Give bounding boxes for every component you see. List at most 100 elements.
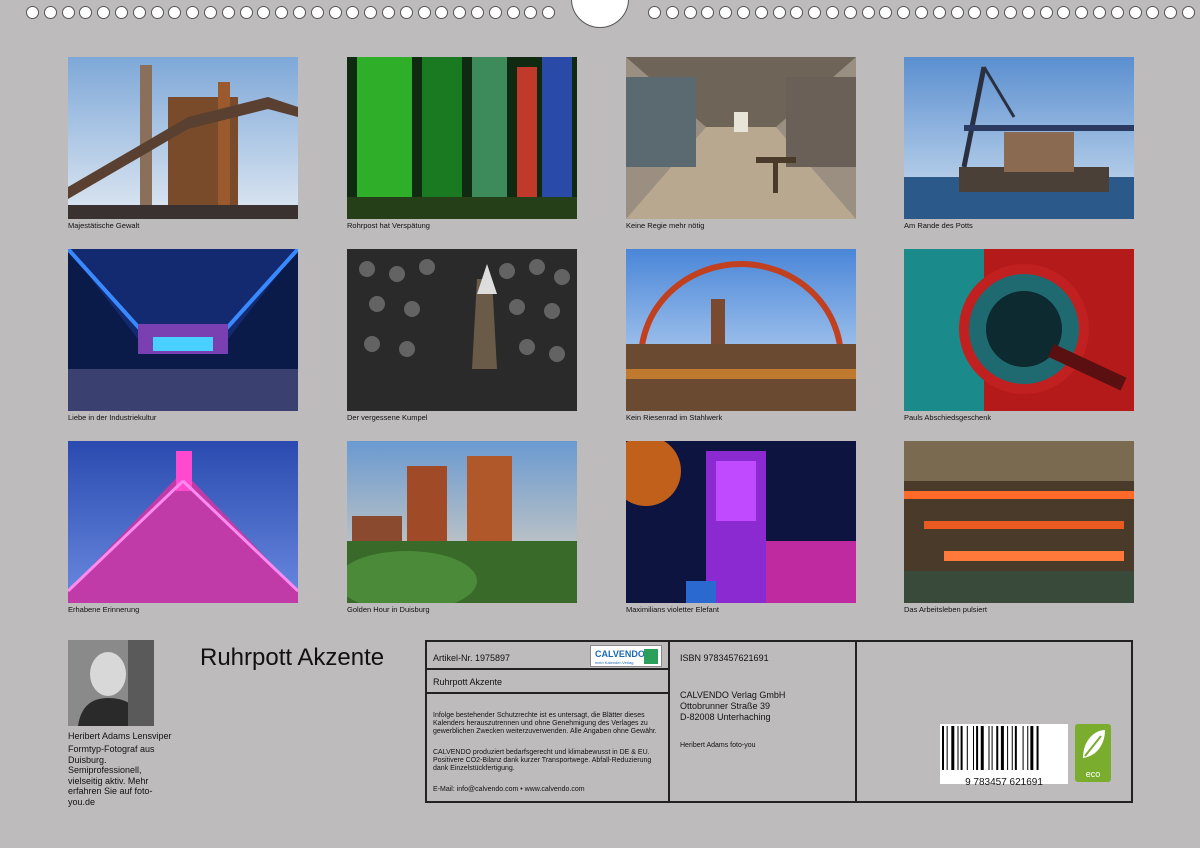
photo-rohrpost [347,57,577,219]
binding-hole [310,6,324,19]
binding-hole [1021,6,1035,19]
publisher-line: D-82008 Unterhaching [680,712,771,722]
photo-kein-riesenrad [626,249,856,411]
photo-caption: Keine Regie mehr nötig [626,221,705,230]
barcode-number: 9 783457 621691 [965,777,1043,788]
barcode-bar [942,726,944,770]
binding-hole [826,6,839,19]
photo-caption: Maximilians violetter Elefant [626,605,719,614]
binding-hole [1039,6,1053,19]
binding-hole [1146,6,1160,19]
barcode-bar [976,726,979,770]
calvendo-flag-icon [644,649,658,664]
isbn: ISBN 9783457621691 [680,653,769,663]
binding-hole [843,6,857,19]
divider [425,692,670,694]
binding-hole [293,6,306,19]
barcode: 9 783457 621691 [940,724,1068,788]
binding-hole [26,6,39,19]
binding-hole [239,6,253,19]
photo-caption: Liebe in der Industriekultur [68,413,157,422]
photo-caption: Majestätische Gewalt [68,221,140,230]
photo-caption: Erhabene Erinnerung [68,605,140,614]
calendar-hanger-cutout [571,0,629,28]
photo-arbeitsleben [904,441,1134,603]
binding-hole [132,6,146,19]
harbor-crane-image [904,57,1134,219]
photographer: Heribert Adams foto-you [680,742,756,749]
binding-hole [115,6,128,19]
blue-night-structure-image [68,249,298,411]
barcode-bar [996,726,999,770]
binding-hole [915,6,928,19]
red-valve-image [904,249,1134,411]
binding-hole [879,6,893,19]
photo-caption: Der vergessene Kumpel [347,413,428,422]
binding-hole [150,6,164,19]
barcode-bar [1027,726,1029,770]
barcode-bar [1030,726,1034,770]
pink-headframe-image [68,441,298,603]
binding-hole [542,6,556,19]
barcode-bar [1022,726,1024,770]
binding-hole [986,6,1000,19]
leaf-icon [1083,730,1105,758]
binding-hole [648,6,661,19]
barcode-bar [991,726,993,770]
publisher-line: CALVENDO Verlag GmbH [680,690,786,700]
binding-hole [382,6,395,19]
binding-hole [364,6,378,19]
factory-hall-image [626,57,856,219]
photo-caption: Das Arbeitsleben pulsiert [904,605,987,614]
photo-caption: Pauls Abschiedsgeschenk [904,413,992,422]
binding-hole [453,6,467,19]
binding-hole [417,6,431,19]
photo-vergessene-kumpel [347,249,577,411]
industrial-chimney-image [68,57,298,219]
calendar-title: Ruhrpott Akzente [200,644,385,671]
barcode-bar [960,726,963,770]
steel-rolling-image [904,441,1134,603]
barcode-bar [980,726,984,770]
binding-hole [950,6,964,19]
miners-hall-image [347,249,577,411]
binding-hole [1164,6,1178,19]
photo-am-rande [904,57,1134,219]
binding-hole [328,6,342,19]
divider [425,668,670,670]
binding-hole [43,6,57,19]
product-title: Ruhrpott Akzente [433,677,503,687]
article-number: Artikel-Nr. 1975897 [433,653,511,663]
binding-hole [665,6,679,19]
binding-hole [737,6,750,19]
barcode-bar [957,726,959,770]
photo-majestaetische-gewalt [68,57,298,219]
barcode-bar [1036,726,1039,770]
binding-hole [719,6,733,19]
author-name: Heribert Adams Lensviper [68,731,172,741]
barcode-bar [973,726,974,770]
photo-violetter-elefant [626,441,856,603]
binding-hole [221,6,235,19]
barcode-bar [1014,726,1017,770]
binding-hole [861,6,875,19]
binding-hole [1004,6,1017,19]
binding-hole [61,6,75,19]
photo-keine-regie [626,57,856,219]
binding-hole [506,6,520,19]
barcode-bar [1007,726,1009,770]
photo-caption: Kein Riesenrad im Stahlwerk [626,413,723,422]
photo-liebe-industriekultur [68,249,298,411]
calvendo-logo-text: CALVENDO [595,649,645,659]
photo-caption: Golden Hour in Duisburg [347,605,430,614]
binding-hole [399,6,413,19]
author-portrait [68,640,154,726]
binding-hole [275,6,289,19]
binding-hole [932,6,946,19]
barcode-bar [966,726,968,770]
barcode-bars-icon [942,726,1039,770]
purple-elephant-image [626,441,856,603]
calvendo-logo: CALVENDO mein Kalender-Verlag [590,645,662,667]
publisher-line: Ottobrunner Straße 39 [680,701,771,711]
binding-hole [701,6,715,19]
